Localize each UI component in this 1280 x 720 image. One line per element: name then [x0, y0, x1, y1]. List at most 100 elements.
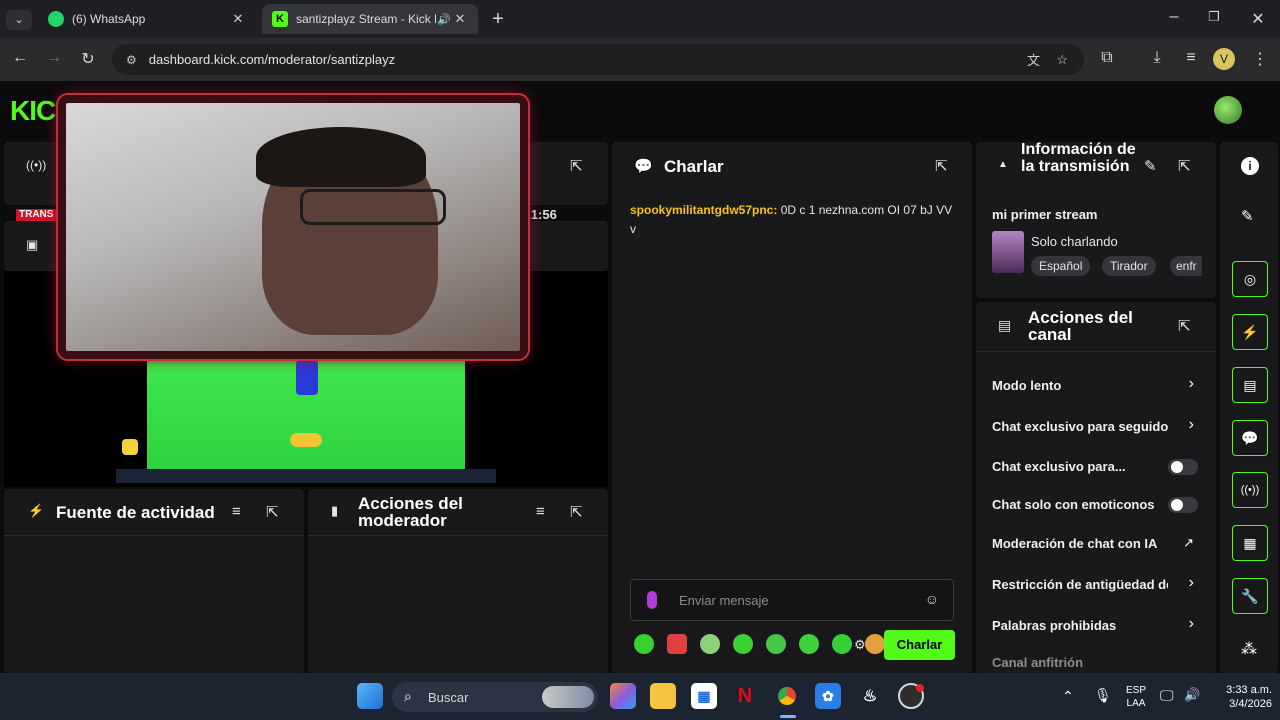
microphone-icon[interactable] — [647, 591, 657, 609]
chevron-up-icon[interactable]: ⌃ — [1062, 688, 1074, 705]
expand-icon[interactable]: ⇱ — [1178, 317, 1191, 335]
volume-icon[interactable]: 🔊 — [1184, 687, 1200, 703]
channel-action-host[interactable]: Canal anfitrión — [976, 652, 1216, 672]
sidebar-chat-button[interactable]: 💬 — [1232, 420, 1268, 456]
subscribers-only-toggle[interactable] — [1168, 459, 1198, 475]
sidebar-mod-actions-button[interactable]: ▤ — [1232, 367, 1268, 403]
site-info-icon[interactable]: ⚙ — [126, 53, 137, 67]
emote-icon[interactable] — [667, 634, 687, 654]
channel-action-account-age[interactable]: Restricción de antigüedad de › — [976, 574, 1216, 598]
expand-icon[interactable]: ⇱ — [570, 503, 583, 521]
channel-action-banned-words[interactable]: Palabras prohibidas › — [976, 615, 1216, 639]
close-icon[interactable]: ✕ — [452, 11, 468, 27]
emote-icon[interactable] — [832, 634, 852, 654]
search-highlight-image — [542, 686, 594, 708]
expand-icon[interactable]: ⇱ — [935, 157, 948, 175]
channel-action-ai-moderation[interactable]: Moderación de chat con IA ↗ — [976, 533, 1216, 557]
emote-icon[interactable] — [733, 634, 753, 654]
new-tab-icon[interactable]: + — [486, 8, 510, 31]
netflix-icon[interactable]: N — [732, 683, 758, 709]
action-label: Canal anfitrión — [992, 655, 1084, 670]
channel-action-followers-only[interactable]: Chat exclusivo para seguido › — [976, 416, 1216, 440]
extensions-icon[interactable]: ⧉ — [1095, 49, 1119, 67]
back-icon[interactable]: ← — [8, 49, 32, 67]
emote-only-toggle[interactable] — [1168, 497, 1198, 513]
close-window-icon[interactable]: ✕ — [1246, 9, 1270, 29]
emote-icon[interactable] — [634, 634, 654, 654]
chat-input-placeholder: Enviar mensaje — [679, 593, 769, 608]
chat-username[interactable]: spookymilitantgdw57pnc: — [630, 203, 777, 217]
tag-chip[interactable]: Tirador — [1102, 256, 1156, 276]
translate-icon[interactable]: 文 — [1027, 50, 1040, 69]
tab-search-icon[interactable]: ⌄ — [6, 10, 32, 30]
address-bar[interactable]: ⚙ dashboard.kick.com/moderator/santizpla… — [112, 44, 1084, 75]
microphone-icon[interactable]: 🎙 — [1094, 687, 1112, 704]
menu-kebab-icon[interactable]: ⋮ — [1248, 49, 1272, 69]
chevron-right-icon: › — [1188, 574, 1194, 591]
bookmark-star-icon[interactable]: ☆ — [1056, 52, 1068, 68]
edit-pencil-icon[interactable]: ✎ — [1144, 157, 1157, 175]
collapse-icon[interactable]: ▲ — [998, 159, 1008, 170]
stream-info-title: Información de la transmisión — [1021, 141, 1136, 175]
sidebar-channel-actions-button[interactable]: ▦ — [1232, 525, 1268, 561]
windows-start-icon[interactable] — [357, 683, 383, 709]
filter-icon[interactable]: ≡ — [536, 503, 545, 520]
emoji-icon[interactable]: ☺ — [925, 591, 939, 607]
emote-icon[interactable] — [799, 634, 819, 654]
channel-action-emote-only[interactable]: Chat solo con emoticonos — [976, 494, 1216, 518]
chat-title: Charlar — [664, 157, 724, 176]
live-signal-icon: ((•)) — [26, 158, 47, 172]
network-icon[interactable]: 🖵 — [1160, 687, 1174, 704]
channel-action-subscribers-only[interactable]: Chat exclusivo para... — [976, 456, 1216, 480]
minimize-icon[interactable]: – — [1162, 8, 1186, 26]
emote-icon[interactable] — [865, 634, 885, 654]
edit-pencil-icon[interactable]: ✎ — [1241, 207, 1254, 225]
channel-action-slow-mode[interactable]: Modo lento › — [976, 375, 1216, 399]
expand-icon[interactable]: ⇱ — [1178, 157, 1191, 175]
steam-icon[interactable]: ♨ — [857, 683, 883, 709]
filter-icon[interactable]: ≡ — [232, 503, 241, 520]
emote-icon[interactable] — [766, 634, 786, 654]
microsoft-store-icon[interactable]: ▦ — [691, 683, 717, 709]
expand-icon[interactable]: ⇱ — [570, 157, 583, 175]
download-icon[interactable]: ⤓ — [1145, 49, 1169, 67]
reload-icon[interactable]: ↻ — [76, 49, 100, 69]
user-avatar[interactable] — [1214, 96, 1242, 124]
copilot-icon[interactable] — [610, 683, 636, 709]
sidebar-activity-button[interactable]: ⚡ — [1232, 314, 1268, 350]
action-label: Palabras prohibidas — [992, 618, 1117, 633]
chevron-right-icon: › — [1188, 416, 1194, 433]
close-icon[interactable]: ✕ — [230, 11, 246, 27]
game-character — [296, 355, 318, 395]
tag-chip[interactable]: Español — [1031, 256, 1091, 276]
tab-kick[interactable]: K santizplayz Stream - Kick Da 🔊 ✕ — [262, 4, 478, 34]
forward-icon[interactable]: → — [42, 49, 66, 67]
tab-whatsapp[interactable]: (6) WhatsApp ✕ — [38, 4, 256, 34]
webcam-glasses — [300, 189, 446, 225]
taskbar-search[interactable]: ⌕ Buscar — [392, 682, 598, 712]
chat-bubble-icon: 💬 — [634, 158, 653, 175]
photos-icon[interactable]: ✿ — [815, 683, 841, 709]
file-explorer-icon[interactable] — [650, 683, 676, 709]
share-nodes-icon[interactable]: ⁂ — [1241, 639, 1257, 659]
emote-icon[interactable] — [700, 634, 720, 654]
tag-chip[interactable]: enfr — [1170, 256, 1202, 276]
chat-send-button[interactable]: Charlar — [884, 630, 955, 660]
clock[interactable]: 3:33 a.m. 3/4/2026 — [1208, 683, 1272, 711]
sidebar-broadcast-button[interactable]: ((•)) — [1232, 472, 1268, 508]
speaker-icon[interactable]: 🔊 — [436, 13, 452, 26]
chat-input[interactable]: Enviar mensaje ☺ — [630, 579, 954, 621]
whatsapp-icon — [48, 11, 64, 27]
chat-settings-icon[interactable]: ⚙ — [854, 637, 866, 653]
category-name[interactable]: Solo charlando — [1031, 234, 1118, 249]
chrome-icon[interactable] — [774, 683, 800, 709]
info-icon[interactable]: i — [1241, 157, 1259, 175]
expand-icon[interactable]: ⇱ — [266, 503, 279, 521]
language-indicator[interactable]: ESP LAA — [1124, 684, 1148, 710]
media-icon[interactable]: ≡ — [1179, 49, 1203, 67]
maximize-icon[interactable]: ❐ — [1202, 9, 1226, 25]
taskbar-in-capture — [116, 469, 496, 483]
profile-shield-icon[interactable]: V — [1213, 48, 1235, 70]
sidebar-stream-view-button[interactable]: ◎ — [1232, 261, 1268, 297]
sidebar-tools-button[interactable]: 🔧 — [1232, 578, 1268, 614]
